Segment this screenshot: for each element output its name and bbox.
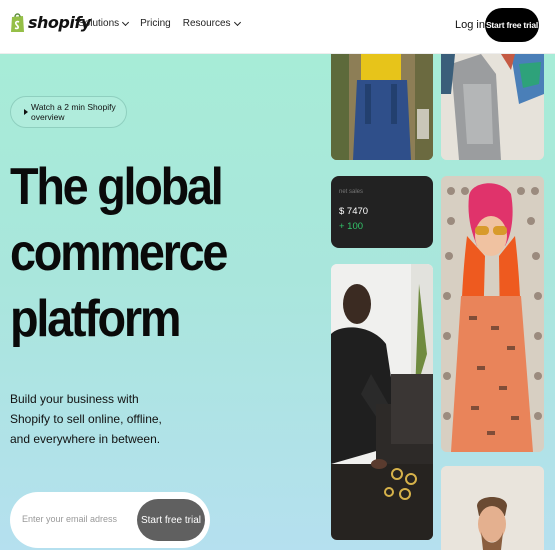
photo-illustration xyxy=(331,54,433,160)
nav-resources-label: Resources xyxy=(182,18,231,29)
watch-overview-label: Watch a 2 min Shopify overview xyxy=(31,102,116,122)
photo-illustration xyxy=(441,176,544,452)
email-input[interactable] xyxy=(22,514,132,524)
hero-section: Watch a 2 min Shopify overview The globa… xyxy=(0,54,555,550)
headline-line-1: The global xyxy=(10,158,224,216)
nav-solutions-label: Solutions xyxy=(78,18,120,29)
merchant-photo-sunglasses xyxy=(441,176,544,452)
hero-subtext: Build your business with Shopify to sell… xyxy=(10,392,162,446)
photo-illustration xyxy=(441,466,544,550)
headline-line-2: commerce xyxy=(10,224,228,282)
main-nav: Solutions Pricing Resources xyxy=(78,18,241,29)
headline-line-3: platform xyxy=(10,290,181,348)
play-icon xyxy=(24,109,28,115)
net-sales-card: net sales $ 7470 + 100 xyxy=(331,176,433,248)
net-sales-label: net sales xyxy=(339,189,364,195)
merchant-photo-portrait xyxy=(441,466,544,550)
net-sales-delta: + 100 xyxy=(339,221,364,232)
chevron-down-icon xyxy=(233,18,241,26)
merchant-photo-clothing xyxy=(331,54,433,160)
hero-headline: The global commerce platform xyxy=(10,154,228,352)
nav-pricing-label: Pricing xyxy=(140,18,171,29)
photo-illustration xyxy=(441,54,544,160)
login-link[interactable]: Log in xyxy=(455,19,485,31)
start-free-trial-button[interactable]: Start free trial xyxy=(485,8,539,42)
nav-resources[interactable]: Resources xyxy=(182,18,241,29)
site-header: shopify Solutions Pricing Resources Log … xyxy=(0,0,555,54)
net-sales-value: $ 7470 xyxy=(339,206,369,217)
signup-form: Start free trial xyxy=(10,492,210,548)
shopping-bag-icon xyxy=(11,13,24,32)
merchant-photo-jackets xyxy=(441,54,544,160)
chevron-down-icon xyxy=(122,18,130,26)
photo-illustration xyxy=(331,264,433,540)
nav-solutions[interactable]: Solutions xyxy=(78,18,130,29)
hero-start-free-trial-button[interactable]: Start free trial xyxy=(137,499,205,541)
watch-overview-button[interactable]: Watch a 2 min Shopify overview xyxy=(10,96,127,128)
nav-pricing[interactable]: Pricing xyxy=(140,18,171,29)
merchant-photo-jewelry xyxy=(331,264,433,540)
